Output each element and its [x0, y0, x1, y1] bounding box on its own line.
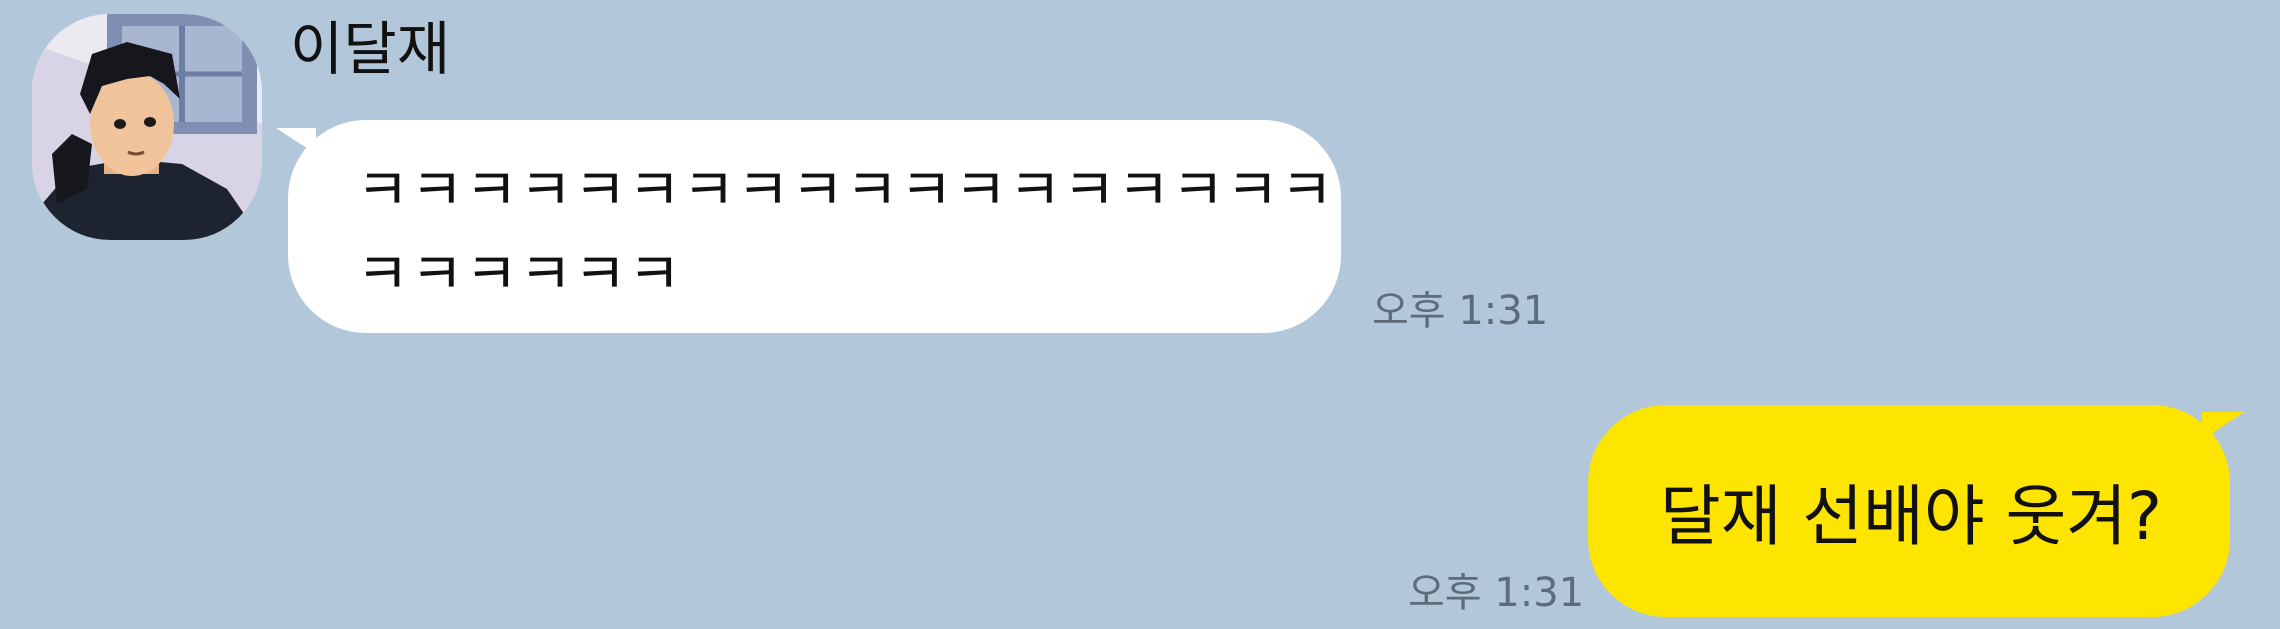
outgoing-message-time: 오후 1:31 [1408, 570, 1585, 616]
profile-avatar-icon [32, 14, 262, 240]
incoming-message-time: 오후 1:31 [1372, 288, 1549, 334]
incoming-message-bubble[interactable]: ㅋㅋㅋㅋㅋㅋㅋㅋㅋㅋㅋㅋㅋㅋㅋㅋㅋㅋㅋㅋㅋㅋㅋㅋ [288, 120, 1341, 333]
incoming-message-text: ㅋㅋㅋㅋㅋㅋㅋㅋㅋㅋㅋㅋㅋㅋㅋㅋㅋㅋㅋㅋㅋㅋㅋㅋ [356, 155, 1335, 308]
sender-name: 이달재 [290, 15, 451, 83]
outgoing-message-text: 달재 선배야 웃겨? [1660, 478, 2163, 555]
outgoing-message-bubble[interactable]: 달재 선배야 웃겨? [1588, 405, 2230, 617]
sender-avatar[interactable] [32, 14, 262, 240]
